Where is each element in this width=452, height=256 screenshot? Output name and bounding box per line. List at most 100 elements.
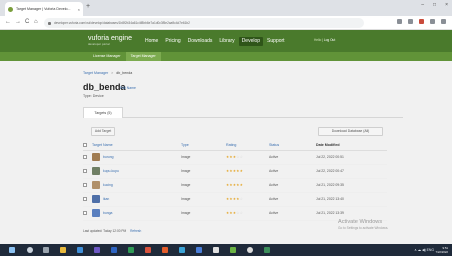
- targets-table: Target Name Type Rating Status Date Modi…: [83, 141, 387, 221]
- subnav-target-manager[interactable]: Target Manager: [125, 52, 161, 61]
- vuforia-favicon-icon: [8, 6, 13, 12]
- target-name-link[interactable]: ikan: [103, 197, 109, 201]
- target-status: Active: [269, 206, 316, 221]
- nav-home[interactable]: Home: [142, 37, 161, 46]
- row-checkbox[interactable]: [83, 155, 87, 160]
- close-window-button[interactable]: ×: [445, 2, 448, 8]
- menu-dots-icon[interactable]: [441, 19, 446, 24]
- last-updated-text: Last updated: Today 12:00 PM: [83, 229, 127, 233]
- target-type: Image: [181, 178, 226, 193]
- address-bar[interactable]: developer.vuforia.com/vui/develop/databa…: [44, 18, 364, 28]
- browser-tab[interactable]: Target Manager | Vuforia Develo... ×: [5, 2, 83, 16]
- target-name-link[interactable]: burung: [103, 155, 114, 159]
- row-checkbox[interactable]: [83, 197, 87, 202]
- col-status[interactable]: Status: [269, 141, 316, 151]
- tab-targets[interactable]: Targets (5): [83, 107, 123, 118]
- rating-stars: ★★★☆☆: [226, 211, 243, 215]
- start-windows-icon[interactable]: [9, 247, 15, 253]
- taskbar-clock[interactable]: 9:51 7/22/2022: [436, 246, 448, 254]
- app-icon-4[interactable]: [196, 247, 202, 253]
- edit-name-link[interactable]: Edit Name: [120, 86, 136, 90]
- table-row[interactable]: burung Image ★★★☆☆ Active Jul 22, 2022 00:51: [83, 150, 387, 165]
- word-icon[interactable]: [111, 247, 117, 253]
- star-empty-icon: ☆: [239, 211, 244, 215]
- watermark-subtitle: Go to Settings to activate Windows.: [338, 226, 389, 230]
- lock-icon: [48, 21, 51, 25]
- footer-note: Last updated: Today 12:00 PM Refresh: [83, 229, 141, 233]
- target-status: Active: [269, 164, 316, 179]
- reload-icon[interactable]: C: [25, 18, 29, 27]
- search-icon[interactable]: [27, 247, 33, 253]
- add-target-button[interactable]: Add Target: [91, 127, 115, 136]
- col-target-name[interactable]: Target Name: [92, 141, 181, 151]
- bookmark-star-icon[interactable]: [408, 19, 413, 24]
- home-icon[interactable]: ⌂: [34, 18, 38, 27]
- col-date-modified[interactable]: Date Modified: [316, 141, 387, 151]
- excel-icon[interactable]: [128, 247, 134, 253]
- rating-stars: ★★★★★: [226, 183, 243, 187]
- target-name-link[interactable]: bunga: [103, 211, 112, 215]
- file-explorer-icon[interactable]: [60, 247, 66, 253]
- browser-toolbar: ← → C ⌂ developer.vuforia.com/vui/develo…: [0, 16, 452, 30]
- close-tab-icon[interactable]: ×: [78, 7, 80, 12]
- browser-tab-strip: Target Manager | Vuforia Develo... × + –…: [0, 0, 452, 16]
- table-header-row: Target Name Type Rating Status Date Modi…: [83, 141, 387, 151]
- target-thumbnail[interactable]: [92, 167, 100, 175]
- powerpoint-icon[interactable]: [145, 247, 151, 253]
- row-checkbox[interactable]: [83, 169, 87, 174]
- task-view-icon[interactable]: [43, 247, 49, 253]
- app-icon-5[interactable]: [213, 247, 219, 253]
- edge-browser-icon[interactable]: [77, 247, 83, 253]
- refresh-link[interactable]: Refresh: [130, 229, 141, 233]
- table-row[interactable]: ikan Image ★★★★☆ Active Jul 21, 2022 13:40: [83, 192, 387, 207]
- chrome-icon[interactable]: [247, 247, 253, 253]
- watermark-title: Activate Windows: [338, 219, 383, 225]
- table-row[interactable]: bunga Image ★★★☆☆ Active Jul 21, 2022 13:39: [83, 206, 387, 221]
- system-tray[interactable]: ∧ ☁ ◀) ENG: [414, 247, 434, 253]
- star-filled-icon: ★: [239, 169, 244, 173]
- target-name-link[interactable]: kucing: [103, 183, 113, 187]
- app-icon-7[interactable]: [264, 247, 270, 253]
- row-checkbox[interactable]: [83, 183, 87, 188]
- table-row[interactable]: kucing Image ★★★★★ Active Jul 21, 2022 09:35: [83, 178, 387, 193]
- app-icon[interactable]: [94, 247, 100, 253]
- target-thumbnail[interactable]: [92, 209, 100, 217]
- nav-develop[interactable]: Develop: [238, 37, 264, 46]
- profile-icon[interactable]: [430, 19, 435, 24]
- forward-arrow-icon[interactable]: →: [15, 18, 21, 27]
- target-date-modified: Jul 21, 2022 09:35: [316, 178, 387, 193]
- target-thumbnail[interactable]: [92, 153, 100, 161]
- app-icon-3[interactable]: [179, 247, 185, 253]
- nav-pricing[interactable]: Pricing: [162, 37, 183, 46]
- col-rating[interactable]: Rating: [226, 141, 269, 151]
- target-thumbnail[interactable]: [92, 181, 100, 189]
- target-date-modified: Jul 22, 2022 00:47: [316, 164, 387, 179]
- maximize-button[interactable]: □: [433, 2, 436, 8]
- row-checkbox[interactable]: [83, 211, 87, 216]
- nav-downloads[interactable]: Downloads: [185, 37, 216, 46]
- select-all-checkbox[interactable]: [83, 143, 87, 148]
- nav-library[interactable]: Library: [216, 37, 237, 46]
- star-filled-icon: ★: [239, 183, 244, 187]
- target-type: Image: [181, 164, 226, 179]
- extension-icon[interactable]: [419, 19, 424, 24]
- logout-link[interactable]: Log Out: [324, 38, 335, 42]
- col-type[interactable]: Type: [181, 141, 226, 151]
- windows-taskbar: ∧ ☁ ◀) ENG 9:51 7/22/2022: [0, 244, 452, 256]
- share-icon[interactable]: [397, 19, 402, 24]
- download-database-button[interactable]: Download Database (All): [318, 127, 383, 136]
- target-date-modified: Jul 22, 2022 00:51: [316, 150, 387, 165]
- app-icon-6[interactable]: [230, 247, 236, 253]
- breadcrumb-target-manager[interactable]: Target Manager: [83, 71, 108, 75]
- subnav-license-manager[interactable]: License Manager: [88, 52, 126, 61]
- vuforia-logo[interactable]: vuforia engine developer portal: [88, 35, 132, 46]
- target-thumbnail[interactable]: [92, 195, 100, 203]
- target-name-link[interactable]: kupu-kupu: [103, 169, 119, 173]
- new-tab-button[interactable]: +: [86, 3, 90, 11]
- app-icon-2[interactable]: [162, 247, 168, 253]
- extension-icons: [397, 19, 446, 24]
- minimize-button[interactable]: –: [421, 2, 424, 8]
- table-row[interactable]: kupu-kupu Image ★★★★★ Active Jul 22, 2022 00…: [83, 164, 387, 179]
- back-arrow-icon[interactable]: ←: [5, 18, 11, 27]
- nav-support[interactable]: Support: [264, 37, 288, 46]
